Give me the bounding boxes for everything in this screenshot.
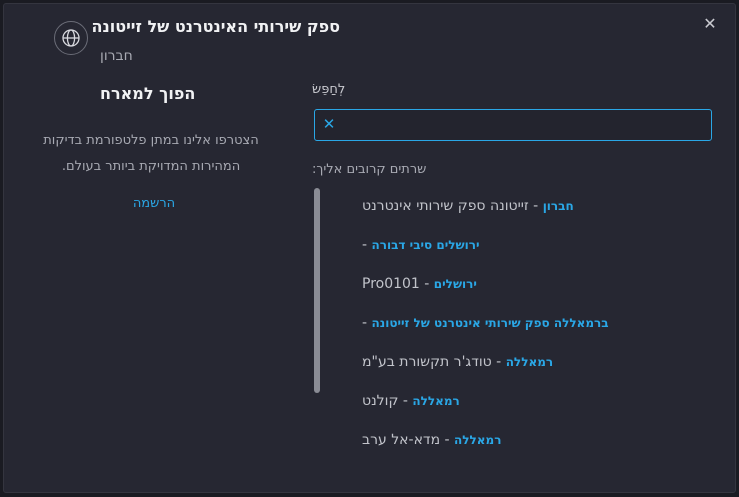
become-host-description: הצטרפו אלינו במתן פלטפורמת בדיקות המהירו… <box>43 133 259 174</box>
server-list-item[interactable]: חברון - זייטונה ספק שירותי אינטרנט <box>322 198 622 237</box>
server-city: ירושלים <box>433 277 477 291</box>
server-list-item[interactable]: ברמאללה ספק שירותי אינטרנט של זייטונה - <box>322 315 622 354</box>
server-city: חברון <box>542 199 574 213</box>
clear-x-icon[interactable]: ✕ <box>321 115 337 133</box>
server-name: מדא-אל ערב <box>362 432 441 448</box>
server-separator: - <box>362 315 372 331</box>
server-list-item[interactable]: רמאללה - טודג'ר תקשורת בע"מ <box>322 354 622 393</box>
server-separator: - <box>362 237 372 253</box>
server-name: זייטונה ספק שירותי אינטרנט <box>362 198 529 214</box>
server-separator: - <box>528 198 543 214</box>
server-separator: - <box>419 276 434 292</box>
server-separator: - <box>440 432 455 448</box>
nearby-servers-label: שרתים קרובים אליך: <box>312 162 427 177</box>
server-list-item[interactable]: ירושלים - Pro0101 <box>322 276 622 315</box>
server-city: ירושלים סיבי דבורה <box>371 238 480 252</box>
signup-link[interactable]: הרשמה <box>114 196 194 211</box>
globe-icon <box>54 21 88 55</box>
search-label: לְחַפֵּשׂ <box>312 82 346 97</box>
server-name: טודג'ר תקשורת בע"מ <box>362 354 492 370</box>
server-list: חברון - זייטונה ספק שירותי אינטרנט ירושל… <box>322 198 622 471</box>
become-host-title: הפוך למארח <box>100 84 196 103</box>
search-input[interactable] <box>339 111 713 141</box>
server-separator: - <box>398 393 413 409</box>
search-field[interactable]: ✕ <box>314 109 713 141</box>
server-location: חברון <box>100 48 133 64</box>
server-list-item[interactable]: רמאללה - קולנט <box>322 393 622 432</box>
server-title: ספק שירותי האינטרנט של זייטונה <box>91 17 340 36</box>
server-separator: - <box>491 354 506 370</box>
server-list-item[interactable]: ירושלים סיבי דבורה - <box>322 237 622 276</box>
server-city: ברמאללה ספק שירותי אינטרנט של זייטונה <box>371 316 609 330</box>
close-icon[interactable]: ✕ <box>701 15 719 33</box>
server-city: רמאללה <box>412 394 460 408</box>
server-city: רמאללה <box>454 433 502 447</box>
server-city: רמאללה <box>505 355 554 369</box>
server-name: Pro0101 <box>362 276 420 292</box>
server-list-item[interactable]: רמאללה - מדא-אל ערב <box>322 432 622 471</box>
server-name: קולנט <box>362 393 399 409</box>
server-select-dialog: ✕ ספק שירותי האינטרנט של זייטונה חברון ל… <box>3 3 736 493</box>
list-scrollbar[interactable] <box>314 188 320 393</box>
